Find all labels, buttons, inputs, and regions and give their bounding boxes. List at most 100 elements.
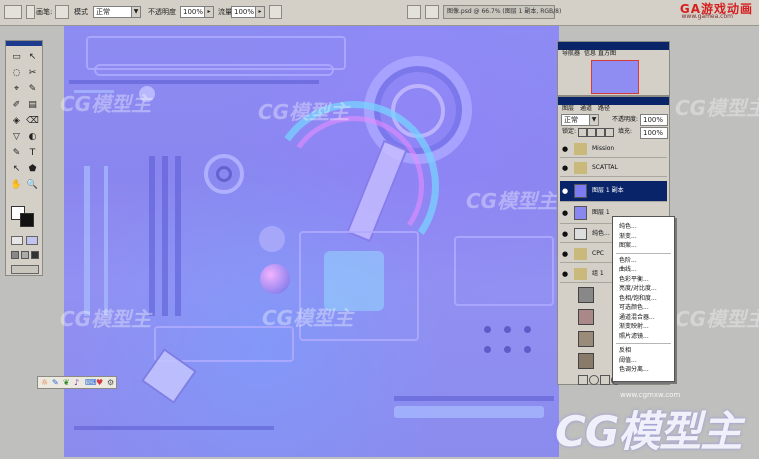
layer-thumbnail[interactable]: [578, 287, 594, 303]
lock-all-icon[interactable]: [605, 128, 614, 137]
lock-transparency-icon[interactable]: [578, 128, 587, 137]
menu-item[interactable]: 曲线...: [619, 266, 637, 274]
tab-navigator[interactable]: 导航器: [562, 50, 580, 58]
fill-field[interactable]: 100%: [640, 127, 668, 139]
tool-button[interactable]: ◌: [10, 67, 23, 80]
layer-opacity-field[interactable]: 100%: [640, 114, 668, 126]
tool-button[interactable]: ✎: [26, 83, 39, 96]
heart-icon[interactable]: ♥: [96, 378, 103, 388]
menu-item[interactable]: 纯色...: [619, 223, 637, 231]
layer-row[interactable]: ● SCATTAL: [560, 160, 667, 177]
layers-title-bar[interactable]: [558, 97, 669, 105]
screen-mode-black-icon[interactable]: [31, 251, 39, 259]
layer-thumbnail[interactable]: [578, 331, 594, 347]
menu-item[interactable]: 渐变映射...: [619, 323, 649, 331]
navigator-thumbnail[interactable]: [591, 60, 639, 94]
menu-item[interactable]: 色彩平衡...: [619, 276, 649, 284]
tab-paths[interactable]: 路径: [598, 105, 610, 113]
menu-item[interactable]: 色阶...: [619, 257, 637, 265]
navigator-title-bar[interactable]: [558, 42, 669, 50]
link-icon[interactable]: [578, 375, 588, 385]
tab-histogram[interactable]: 直方图: [598, 50, 616, 58]
layer-row[interactable]: ● Mission: [560, 141, 667, 158]
highlight: [394, 406, 544, 418]
tool-button[interactable]: ▽: [10, 131, 23, 144]
settings-icon[interactable]: ⚙: [107, 378, 114, 388]
tool-button[interactable]: ▤: [26, 99, 39, 112]
keyboard-icon[interactable]: ⌨: [85, 378, 97, 388]
tool-button[interactable]: ⬟: [26, 163, 39, 176]
lock-pixels-icon[interactable]: [587, 128, 596, 137]
layer-row-selected[interactable]: ● 图层 1 副本: [560, 181, 667, 202]
tool-preset-button[interactable]: [4, 5, 22, 19]
groove: [394, 396, 554, 401]
visibility-eye-icon[interactable]: ●: [562, 209, 568, 217]
opacity-field[interactable]: 100% ▸: [180, 6, 214, 18]
menu-item[interactable]: 阈值...: [619, 357, 637, 365]
pen-icon[interactable]: ✎: [52, 378, 59, 388]
menu-item[interactable]: 亮度/对比度...: [619, 285, 657, 293]
brush-size-button[interactable]: [55, 5, 69, 19]
tab-layers[interactable]: 图层: [562, 105, 574, 113]
jump-to-imageready-button[interactable]: [11, 265, 39, 274]
menu-item[interactable]: 可选颜色...: [619, 304, 649, 312]
layer-thumbnail[interactable]: [578, 309, 594, 325]
toolbox-title-bar[interactable]: [6, 41, 42, 46]
tool-button[interactable]: ↖: [10, 163, 23, 176]
leaf-icon[interactable]: ❦: [63, 378, 70, 388]
flow-field[interactable]: 100% ▸: [231, 6, 265, 18]
layer-thumbnail[interactable]: [578, 353, 594, 369]
music-icon[interactable]: ♪: [74, 378, 79, 388]
menu-item[interactable]: 通道混合器...: [619, 314, 655, 322]
lock-position-icon[interactable]: [596, 128, 605, 137]
knob: [260, 264, 290, 294]
tool-button[interactable]: ↖: [26, 51, 39, 64]
tool-button[interactable]: ⌖: [10, 83, 23, 96]
background-color-swatch[interactable]: [20, 213, 34, 227]
tool-button[interactable]: ◐: [26, 131, 39, 144]
screen-mode-standard-icon[interactable]: [11, 251, 19, 259]
tool-button[interactable]: ✐: [10, 99, 23, 112]
folder-icon: [574, 143, 587, 155]
tool-button[interactable]: ◈: [10, 115, 23, 128]
tab-info[interactable]: 信息: [584, 50, 596, 58]
mode-select[interactable]: 正常 ▼: [93, 6, 141, 18]
visibility-eye-icon[interactable]: ●: [562, 164, 568, 172]
mask-icon[interactable]: [600, 375, 610, 385]
rivet: [484, 346, 491, 353]
menu-item[interactable]: 色相/饱和度...: [619, 295, 657, 303]
menu-item[interactable]: 反相: [619, 347, 631, 355]
palette-well-button[interactable]: [407, 5, 421, 19]
layer-style-icon[interactable]: [589, 375, 599, 385]
tool-button[interactable]: T: [26, 147, 39, 160]
menu-item[interactable]: 图案...: [619, 242, 637, 250]
visibility-eye-icon[interactable]: ●: [562, 145, 568, 153]
tool-button[interactable]: ✂: [26, 67, 39, 80]
tool-button[interactable]: ▭: [10, 51, 23, 64]
tool-button[interactable]: ⌫: [26, 115, 39, 128]
tool-button[interactable]: ✋: [10, 179, 23, 192]
standard-mode-icon[interactable]: [11, 236, 23, 245]
visibility-eye-icon[interactable]: ●: [562, 270, 568, 278]
airbrush-button[interactable]: [269, 5, 282, 19]
visibility-eye-icon[interactable]: ●: [562, 250, 568, 258]
highlight: [104, 166, 108, 316]
tool-button[interactable]: ✎: [10, 147, 23, 160]
tool-button[interactable]: 🔍: [26, 179, 39, 192]
rivet: [484, 326, 491, 333]
sun-icon[interactable]: ☼: [41, 378, 48, 388]
refresh-icon[interactable]: [425, 5, 439, 19]
document-tab[interactable]: 图像.psd @ 66.7% (图层 1 副本, RGB/8): [443, 5, 561, 19]
blend-mode-select[interactable]: 正常 ▼: [561, 114, 599, 126]
menu-item[interactable]: 色调分离...: [619, 366, 649, 374]
screen-mode-full-icon[interactable]: [21, 251, 29, 259]
floating-mini-toolbar: ☼ ✎ ❦ ♪ ⌨ ♥ ⚙: [37, 376, 117, 389]
visibility-eye-icon[interactable]: ●: [562, 230, 568, 238]
menu-item[interactable]: 渐变...: [619, 233, 637, 241]
brush-picker-button[interactable]: [26, 5, 35, 19]
tab-channels[interactable]: 通道: [580, 105, 592, 113]
menu-item[interactable]: 照片滤镜...: [619, 333, 649, 341]
quickmask-mode-icon[interactable]: [26, 236, 38, 245]
visibility-eye-icon[interactable]: ●: [562, 187, 568, 195]
menu-separator: [616, 343, 671, 344]
